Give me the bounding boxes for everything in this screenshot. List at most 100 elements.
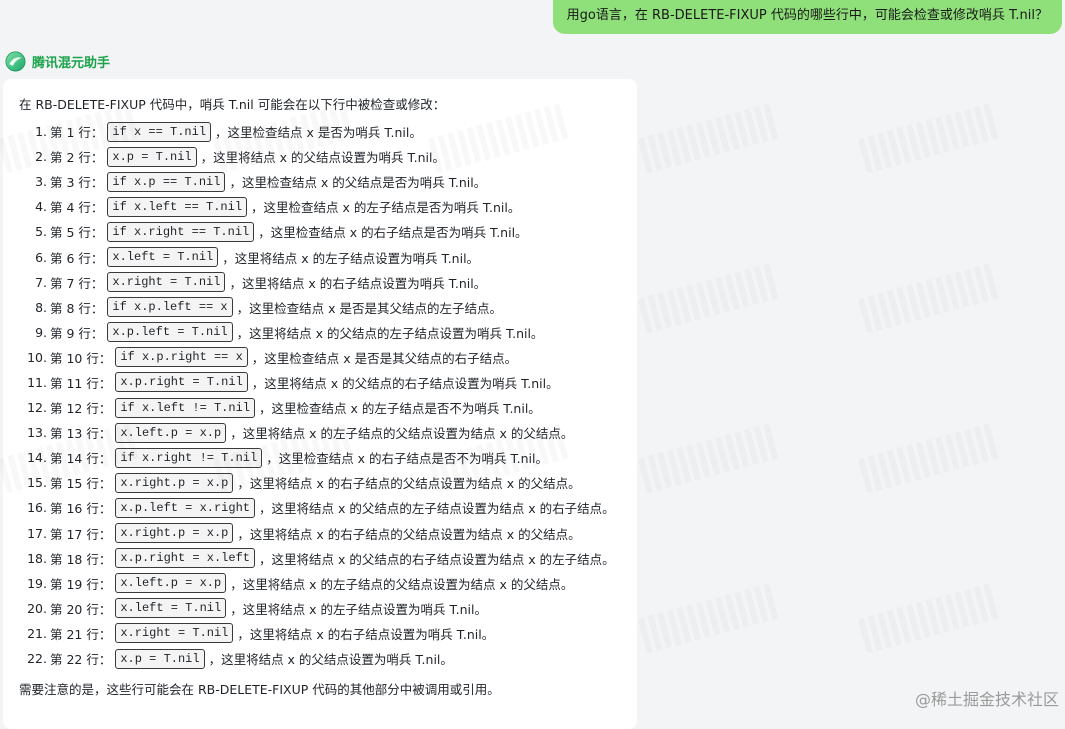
list-item-label: 第 7 行： [50, 275, 104, 291]
list-item-label: 第 19 行： [50, 576, 112, 592]
list-item-description: ，这里将结点 x 的父结点的左子结点设置为哨兵 T.nil。 [236, 325, 544, 341]
list-item-description: ，这里检查结点 x 是否为哨兵 T.nil。 [215, 125, 422, 141]
inline-code: if x == T.nil [107, 121, 212, 142]
assistant-answer-card: 在 RB-DELETE-FIXUP 代码中，哨兵 T.nil 可能会在以下行中被… [3, 79, 637, 729]
list-item-description: ，这里检查结点 x 的右子结点是否为哨兵 T.nil。 [258, 225, 528, 241]
list-item-number: 13. [27, 425, 47, 441]
list-item-number: 12. [27, 400, 47, 416]
list-item-description: ，这里将结点 x 的左子结点设置为哨兵 T.nil。 [230, 601, 487, 617]
list-item-number: 4. [35, 199, 47, 215]
list-item-number: 3. [35, 174, 47, 190]
list-item-number: 5. [35, 224, 47, 240]
list-item-label: 第 22 行： [50, 652, 112, 668]
list-item-number: 20. [27, 600, 47, 616]
watermark-tile [857, 582, 1003, 654]
inline-code: if x.p.left == x [107, 297, 233, 318]
list-item-label: 第 17 行： [50, 526, 112, 542]
list-item-number: 8. [35, 299, 47, 315]
site-watermark: @稀土掘金技术社区 [914, 690, 1059, 709]
watermark-tile [857, 422, 1003, 494]
watermark-tile [637, 102, 783, 174]
inline-code: if x.left == T.nil [107, 196, 248, 217]
list-item-label: 第 18 行： [50, 551, 112, 567]
list-item-label: 第 8 行： [50, 300, 104, 316]
list-item-description: ，这里将结点 x 的左子结点的父结点设置为结点 x 的父结点。 [230, 576, 574, 592]
list-item-label: 第 9 行： [50, 325, 104, 341]
watermark-tile [857, 262, 1003, 334]
list-item-description: ，这里将结点 x 的左子结点的父结点设置为结点 x 的父结点。 [230, 426, 574, 442]
list-item-label: 第 21 行： [50, 626, 112, 642]
answer-intro: 在 RB-DELETE-FIXUP 代码中，哨兵 T.nil 可能会在以下行中被… [19, 97, 446, 112]
inline-code: x.right.p = x.p [115, 472, 234, 493]
list-item-label: 第 10 行： [50, 350, 112, 366]
user-message-bubble: 用go语言，在 RB-DELETE-FIXUP 代码的哪些行中，可能会检查或修改… [552, 0, 1062, 34]
inline-code: x.right = T.nil [115, 623, 234, 644]
list-item-label: 第 3 行： [50, 175, 104, 191]
list-item-label: 第 5 行： [50, 225, 104, 241]
list-item: 8. 第 8 行： if x.p.left == x ，这里检查结点 x 是否是其父结… [19, 295, 637, 320]
list-item-label: 第 16 行： [50, 501, 112, 517]
inline-code: x.p = T.nil [115, 648, 205, 669]
list-item-description: ，这里将结点 x 的右子结点的父结点设置为结点 x 的父结点。 [237, 526, 581, 542]
list-item-description: ，这里将结点 x 的右子结点设置为哨兵 T.nil。 [237, 626, 495, 642]
inline-code: x.left = T.nil [115, 598, 227, 619]
answer-list: 1. 第 1 行： if x == T.nil ，这里检查结点 x 是否为哨兵 T.n… [19, 119, 637, 671]
list-item-description: ，这里检查结点 x 的左子结点是否为哨兵 T.nil。 [251, 200, 521, 216]
list-item-label: 第 13 行： [50, 426, 112, 442]
list-item-label: 第 4 行： [50, 200, 104, 216]
watermark-tile [637, 582, 783, 654]
watermark-tile [857, 102, 1003, 174]
inline-code: x.p.left = T.nil [107, 322, 233, 343]
list-item-number: 22. [27, 651, 47, 667]
list-item: 19. 第 19 行： x.left.p = x.p ，这里将结点 x 的左子结点的父… [19, 571, 637, 596]
list-item-description: ，这里将结点 x 的父结点设置为哨兵 T.nil。 [208, 652, 453, 668]
list-item: 9. 第 9 行： x.p.left = T.nil ，这里将结点 x 的父结点的左子… [19, 320, 637, 345]
list-item-number: 18. [27, 550, 47, 566]
inline-code: x.p.left = x.right [115, 497, 255, 518]
list-item-number: 2. [35, 149, 47, 165]
list-item-label: 第 15 行： [50, 476, 112, 492]
watermark-tile [637, 262, 783, 334]
list-item-number: 15. [27, 475, 47, 491]
list-item-description: ，这里检查结点 x 是否是其父结点的左子结点。 [236, 300, 502, 316]
list-item-number: 11. [27, 374, 47, 390]
list-item: 1. 第 1 行： if x == T.nil ，这里检查结点 x 是否为哨兵 T.n… [19, 119, 637, 144]
list-item-number: 16. [27, 500, 47, 516]
list-item-number: 6. [35, 249, 47, 265]
list-item-description: ，这里检查结点 x 的父结点是否为哨兵 T.nil。 [229, 175, 487, 191]
list-item-description: ，这里将结点 x 的父结点设置为哨兵 T.nil。 [200, 150, 445, 166]
list-item: 16. 第 16 行： x.p.left = x.right ，这里将结点 x 的父结… [19, 495, 637, 520]
list-item-label: 第 12 行： [50, 401, 112, 417]
list-item-number: 7. [35, 274, 47, 290]
list-item-number: 10. [27, 349, 47, 365]
list-item: 14. 第 14 行： if x.right != T.nil ，这里检查结点 x 的… [19, 445, 637, 470]
list-item: 12. 第 12 行： if x.left != T.nil ，这里检查结点 x 的左… [19, 395, 637, 420]
inline-code: x.right.p = x.p [115, 523, 234, 544]
list-item: 15. 第 15 行： x.right.p = x.p ，这里将结点 x 的右子结点的… [19, 470, 637, 495]
inline-code: x.left.p = x.p [115, 422, 227, 443]
list-item: 10. 第 10 行： if x.p.right == x ，这里检查结点 x 是否是… [19, 345, 637, 370]
list-item-number: 1. [35, 124, 47, 140]
list-item-description: ，这里将结点 x 的右子结点设置为哨兵 T.nil。 [229, 275, 487, 291]
assistant-name: 腾讯混元助手 [32, 56, 111, 71]
list-item-label: 第 1 行： [50, 125, 104, 141]
list-item-number: 14. [27, 450, 47, 466]
list-item: 11. 第 11 行： x.p.right = T.nil ，这里将结点 x 的父结点… [19, 370, 637, 395]
list-item: 22. 第 22 行： x.p = T.nil ，这里将结点 x 的父结点设置为哨兵 … [19, 646, 637, 671]
watermark-tile [637, 422, 783, 494]
inline-code: if x.p == T.nil [107, 171, 226, 192]
list-item-description: ，这里将结点 x 的右子结点的父结点设置为结点 x 的父结点。 [237, 476, 581, 492]
hunyuan-logo-icon [5, 51, 26, 72]
list-item-number: 17. [27, 525, 47, 541]
list-item: 13. 第 13 行： x.left.p = x.p ，这里将结点 x 的左子结点的父… [19, 420, 637, 445]
list-item: 17. 第 17 行： x.right.p = x.p ，这里将结点 x 的右子结点的… [19, 521, 637, 546]
inline-code: x.p.right = T.nil [115, 372, 248, 393]
list-item-label: 第 6 行： [50, 250, 104, 266]
list-item: 3. 第 3 行： if x.p == T.nil ，这里检查结点 x 的父结点是否为… [19, 169, 637, 194]
list-item: 18. 第 18 行： x.p.right = x.left ，这里将结点 x 的父结… [19, 546, 637, 571]
list-item-description: ，这里检查结点 x 的右子结点是否不为哨兵 T.nil。 [266, 451, 548, 467]
list-item-label: 第 20 行： [50, 601, 112, 617]
list-item-number: 9. [35, 324, 47, 340]
list-item: 7. 第 7 行： x.right = T.nil ，这里将结点 x 的右子结点设置为… [19, 270, 637, 295]
inline-code: if x.right != T.nil [115, 447, 263, 468]
